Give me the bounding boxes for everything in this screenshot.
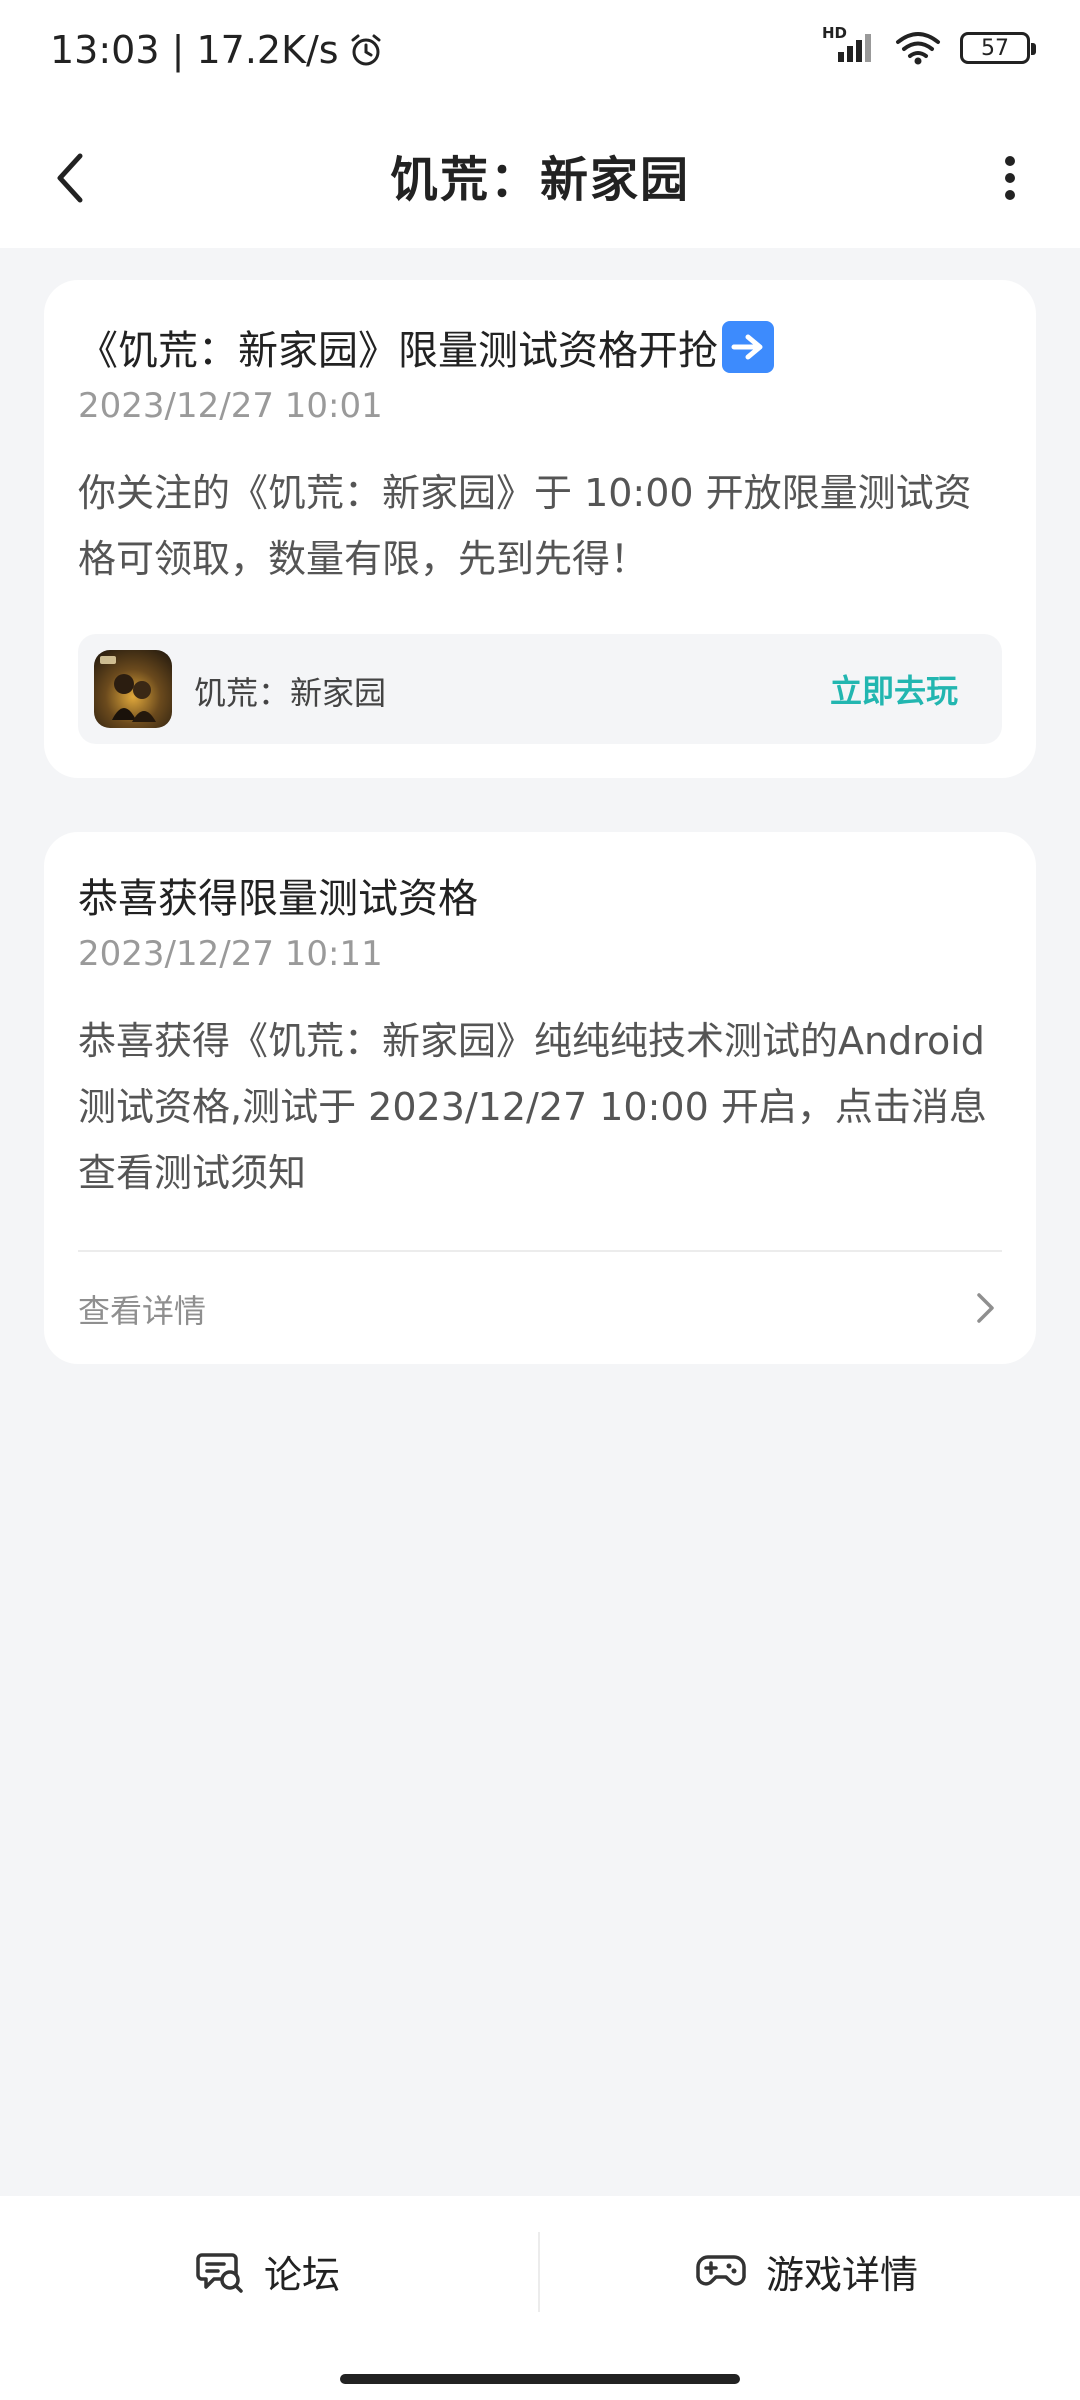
card-title: 恭喜获得限量测试资格 [78,866,478,924]
header: 饥荒：新家园 [0,108,1080,248]
game-name: 饥荒：新家园 [194,674,387,712]
status-bar: 13:03 | 17.2K/s HD 57 [0,0,1080,108]
right-arrow-emoji-icon [722,321,774,373]
card-body: 你关注的《饥荒：新家园》于 10:00 开放限量测试资格可领取，数量有限，先到先… [78,471,972,581]
game-row[interactable]: 饥荒：新家园 立即去玩 [78,634,1002,744]
page-title: 饥荒：新家园 [389,152,690,208]
more-button[interactable] [970,138,1050,218]
alarm-icon [347,31,385,69]
card-time: 2023/12/27 10:11 [78,934,383,974]
message-card-test-qualification[interactable]: 《饥荒：新家园》限量测试资格开抢 2023/12/27 10:01 你关注的《饥… [44,280,1036,778]
home-indicator[interactable] [340,2374,740,2384]
view-details-label: 查看详情 [78,1292,207,1330]
card-title-text: 《饥荒：新家园》限量测试资格开抢 [78,328,718,374]
forum-button[interactable]: 论坛 [196,2236,340,2306]
game-detail-button[interactable]: 游戏详情 [696,2236,918,2306]
status-right: HD 57 [822,24,1036,66]
game-app-icon [94,650,172,728]
card-time: 2023/12/27 10:01 [78,386,383,426]
bottom-bar: 论坛 游戏详情 [0,2196,1080,2400]
battery-icon: 57 [960,32,1036,64]
more-vertical-icon [1005,156,1015,200]
play-now-button[interactable]: 立即去玩 [830,666,958,712]
chevron-right-icon [977,1293,994,1323]
message-card-qualification-granted[interactable]: 恭喜获得限量测试资格 2023/12/27 10:11 恭喜获得《饥荒：新家园》… [44,832,1036,1364]
gamepad-icon [696,2255,746,2286]
game-detail-label: 游戏详情 [766,2252,919,2297]
view-details-link[interactable]: 查看详情 [44,1252,1036,1364]
forum-chat-icon [196,2253,243,2293]
card-body: 恭喜获得《饥荒：新家园》纯纯纯技术测试的Android测试资格,测试于 2023… [78,1019,987,1195]
bottom-divider [538,2232,540,2312]
network-label: HD [822,24,848,42]
card-title: 《饥荒：新家园》限量测试资格开抢 [78,318,774,376]
status-time-speed: 13:03 | 17.2K/s [50,28,339,72]
card-title-text: 恭喜获得限量测试资格 [78,876,478,922]
forum-label: 论坛 [264,2252,341,2297]
wifi-icon [894,30,942,66]
signal-icon: HD [822,24,876,66]
status-left: 13:03 | 17.2K/s [50,28,385,72]
battery-level: 57 [981,35,1009,61]
